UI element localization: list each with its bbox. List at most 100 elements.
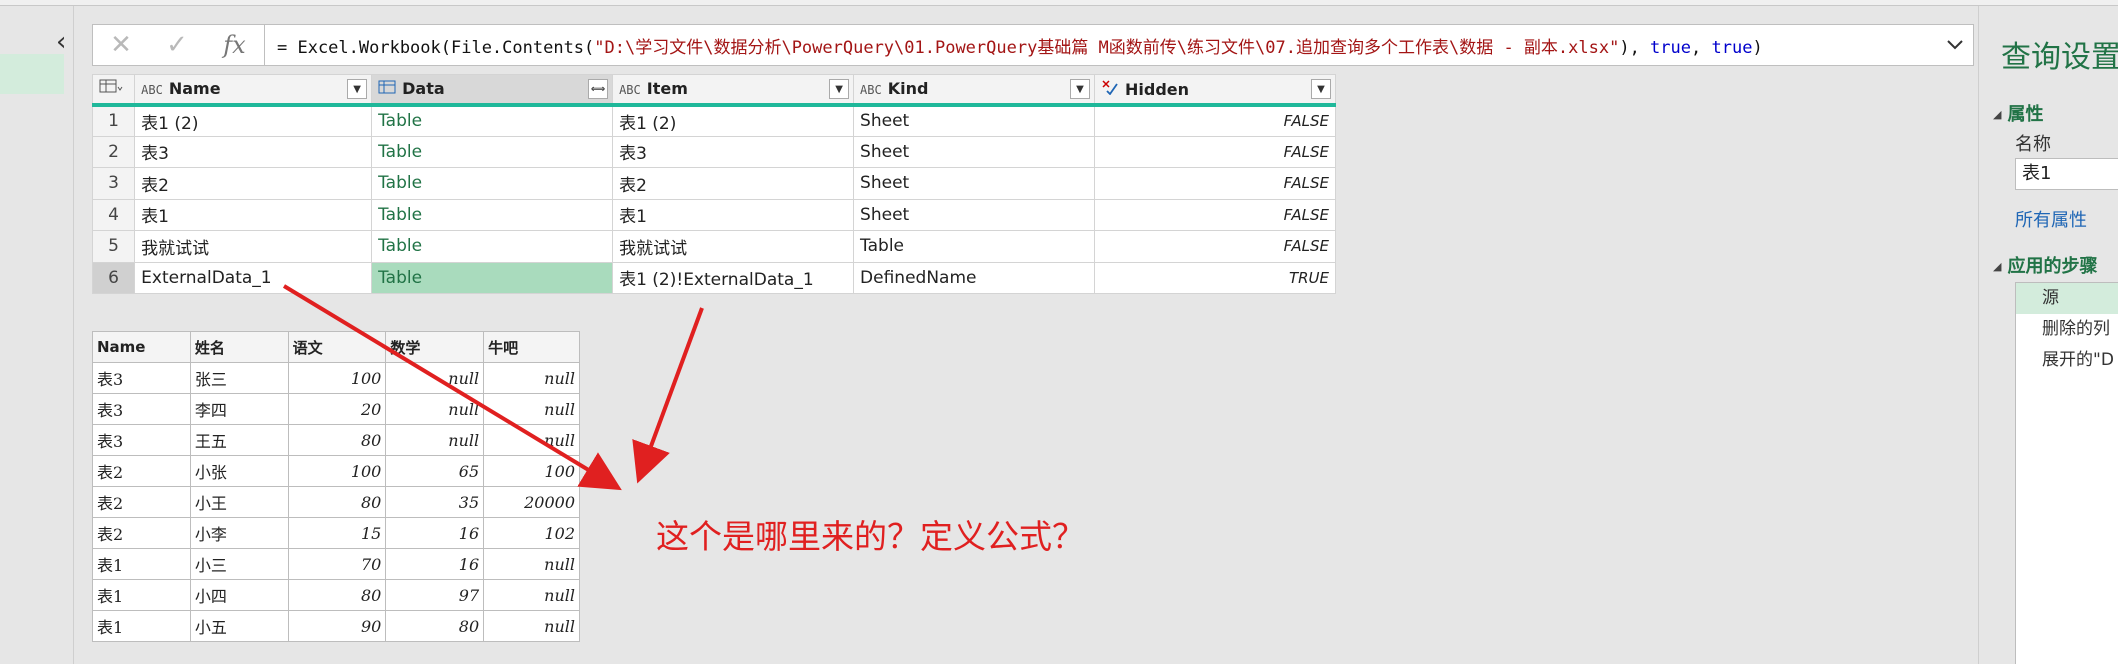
step-item[interactable]: 展开的"D bbox=[2016, 345, 2118, 376]
cell-data-link[interactable]: Table bbox=[371, 104, 614, 137]
cell: 小四 bbox=[189, 579, 289, 611]
row-number: 2 bbox=[91, 135, 136, 168]
cell-hidden[interactable]: FALSE bbox=[1094, 167, 1336, 200]
column-header-label: Kind bbox=[887, 79, 929, 99]
cell-kind[interactable]: DefinedName bbox=[853, 261, 1096, 294]
table-row: 表2 小李 15 16 102 bbox=[92, 517, 580, 549]
cell-item[interactable]: 表3 bbox=[612, 135, 855, 168]
cell-item[interactable]: 表1 bbox=[612, 198, 855, 231]
cell: 李四 bbox=[189, 393, 289, 425]
column-header-hidden[interactable]: Hidden ▼ bbox=[1094, 74, 1336, 107]
preview-table: ABC Name ▼ Data ⟺ ABC Item ▼ ABC Kind ▼ Hidden ▼… bbox=[91, 74, 1336, 294]
filter-dropdown-icon[interactable]: ▼ bbox=[1070, 79, 1091, 99]
selected-query-highlight[interactable] bbox=[0, 54, 64, 94]
cell-item[interactable]: 表1 (2) bbox=[612, 104, 855, 137]
data-header: 牛吧 bbox=[483, 331, 580, 363]
cell-name[interactable]: 表2 bbox=[134, 167, 373, 200]
expand-column-icon[interactable]: ⟺ bbox=[588, 79, 609, 99]
cell: 王五 bbox=[189, 424, 289, 456]
column-header-name[interactable]: ABC Name ▼ bbox=[134, 74, 373, 107]
expanded-data-table: Name 姓名 语文 数学 牛吧 表3 张三 100 null null 表3 李四 20 n… bbox=[92, 331, 580, 642]
all-properties-link[interactable]: 所有属性 bbox=[2015, 206, 2087, 232]
table-row: 表2 小张 100 65 100 bbox=[92, 455, 580, 487]
cell-item[interactable]: 我就试试 bbox=[612, 230, 855, 263]
column-header-kind[interactable]: ABC Kind ▼ bbox=[853, 74, 1096, 107]
row-number: 4 bbox=[91, 198, 136, 231]
cell: 小三 bbox=[189, 548, 289, 580]
arrow-from-item bbox=[632, 307, 704, 484]
cell-name[interactable]: 表1 (2) bbox=[134, 104, 373, 137]
collapse-queries-chevron-icon[interactable]: ‹ bbox=[56, 28, 72, 56]
table-row[interactable]: 3 表2 Table 表2 Sheet FALSE bbox=[91, 167, 1336, 200]
cell-item[interactable]: 表1 (2)!ExternalData_1 bbox=[612, 261, 855, 294]
cell: null bbox=[385, 362, 485, 394]
name-label: 名称 bbox=[2015, 134, 2051, 155]
formula-suffix: ) bbox=[1752, 37, 1763, 58]
cell-name[interactable]: 表1 bbox=[134, 198, 373, 231]
cell-name[interactable]: ExternalData_1 bbox=[134, 261, 373, 294]
cell-kind[interactable]: Table bbox=[853, 230, 1096, 263]
table-row[interactable]: 6 ExternalData_1 Table 表1 (2)!ExternalDa… bbox=[91, 261, 1336, 294]
formula-input[interactable]: = Excel.Workbook(File.Contents("D:\学习文件\… bbox=[265, 33, 1937, 58]
cell: null bbox=[385, 424, 485, 456]
cell: 20000 bbox=[483, 486, 580, 518]
cell-hidden[interactable]: FALSE bbox=[1094, 198, 1336, 231]
properties-heading[interactable]: 属性 bbox=[1993, 100, 2043, 126]
cell-data-link[interactable]: Table bbox=[371, 230, 614, 263]
cell-hidden[interactable]: FALSE bbox=[1094, 104, 1336, 137]
cell: null bbox=[483, 548, 580, 580]
applied-steps-list: 源 删除的列 展开的"D bbox=[2015, 282, 2118, 664]
cell: 表2 bbox=[92, 455, 191, 487]
cell: 80 bbox=[385, 610, 485, 642]
cell: 表3 bbox=[92, 393, 191, 425]
filter-dropdown-icon[interactable]: ▼ bbox=[1311, 79, 1331, 99]
column-header-data[interactable]: Data ⟺ bbox=[371, 74, 614, 107]
ribbon-edge bbox=[0, 0, 2118, 6]
data-header: 姓名 bbox=[189, 331, 289, 363]
cell: 20 bbox=[287, 393, 387, 425]
cell-hidden[interactable]: TRUE bbox=[1094, 261, 1336, 294]
cell-kind[interactable]: Sheet bbox=[853, 135, 1096, 168]
confirm-formula-icon[interactable]: ✓ bbox=[149, 25, 205, 65]
cell-hidden[interactable]: FALSE bbox=[1094, 230, 1336, 263]
cell: null bbox=[483, 610, 580, 642]
cell: 100 bbox=[287, 362, 387, 394]
cell-hidden[interactable]: FALSE bbox=[1094, 135, 1336, 168]
cell: 80 bbox=[287, 424, 387, 456]
cell-name[interactable]: 表3 bbox=[134, 135, 373, 168]
cell: 小五 bbox=[189, 610, 289, 642]
table-row[interactable]: 4 表1 Table 表1 Sheet FALSE bbox=[91, 198, 1336, 231]
table-row[interactable]: 1 表1 (2) Table 表1 (2) Sheet FALSE bbox=[91, 104, 1336, 137]
cell: 70 bbox=[287, 548, 387, 580]
cell-data-link[interactable]: Table bbox=[371, 198, 614, 231]
cell-kind[interactable]: Sheet bbox=[853, 167, 1096, 200]
cell-item[interactable]: 表2 bbox=[612, 167, 855, 200]
cell: 表1 bbox=[92, 548, 191, 580]
filter-dropdown-icon[interactable]: ▼ bbox=[829, 79, 850, 99]
table-menu-icon[interactable] bbox=[91, 74, 136, 107]
step-item[interactable]: 源 bbox=[2016, 283, 2118, 314]
cell: null bbox=[483, 579, 580, 611]
column-header-item[interactable]: ABC Item ▼ bbox=[612, 74, 855, 107]
queries-pane-collapsed: ‹ bbox=[0, 6, 74, 664]
cell: 97 bbox=[385, 579, 485, 611]
cancel-formula-icon[interactable]: ✕ bbox=[93, 25, 149, 65]
cell-data-link[interactable]: Table bbox=[371, 167, 614, 200]
cell-kind[interactable]: Sheet bbox=[853, 104, 1096, 137]
filter-dropdown-icon[interactable]: ▼ bbox=[347, 79, 368, 99]
step-item[interactable]: 删除的列 bbox=[2016, 314, 2118, 345]
cell-data-link-selected[interactable]: Table bbox=[371, 261, 614, 294]
table-row: 表1 小五 90 80 null bbox=[92, 610, 580, 642]
cell: 16 bbox=[385, 548, 485, 580]
table-row[interactable]: 2 表3 Table 表3 Sheet FALSE bbox=[91, 135, 1336, 168]
cell-data-link[interactable]: Table bbox=[371, 135, 614, 168]
fx-button[interactable]: fx bbox=[205, 25, 265, 65]
table-row[interactable]: 5 我就试试 Table 我就试试 Table FALSE bbox=[91, 230, 1336, 263]
cell-name[interactable]: 我就试试 bbox=[134, 230, 373, 263]
query-name-input[interactable]: 表1 bbox=[2015, 158, 2118, 190]
cell-kind[interactable]: Sheet bbox=[853, 198, 1096, 231]
cell: 表1 bbox=[92, 579, 191, 611]
applied-steps-heading[interactable]: 应用的步骤 bbox=[1993, 252, 2097, 278]
expand-formula-chevron-icon[interactable] bbox=[1937, 25, 1973, 65]
data-header: 数学 bbox=[385, 331, 485, 363]
